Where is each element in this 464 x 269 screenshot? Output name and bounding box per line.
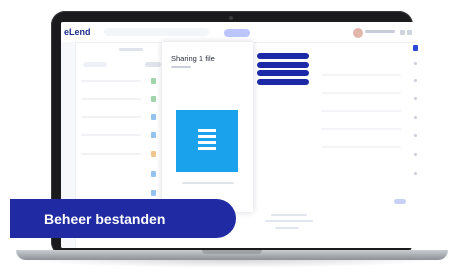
more-icon[interactable] bbox=[407, 30, 412, 35]
file-icon[interactable] bbox=[151, 151, 156, 157]
row-action-icon[interactable] bbox=[414, 116, 417, 119]
banner-title: Beheer bestanden bbox=[44, 211, 166, 227]
row-action-icon[interactable] bbox=[414, 172, 417, 175]
top-action-button[interactable] bbox=[224, 29, 250, 37]
top-bar: eLend bbox=[61, 22, 418, 43]
share-option-button[interactable] bbox=[257, 70, 309, 76]
laptop-mockup: eLend Sharing 1 file Beheer bestanden bbox=[0, 0, 464, 269]
document-line bbox=[198, 141, 216, 144]
filter-chip[interactable] bbox=[145, 62, 161, 67]
app-logo[interactable]: eLend bbox=[64, 27, 91, 37]
list-item bbox=[81, 98, 141, 100]
row-action-icon[interactable] bbox=[414, 97, 417, 100]
list-item bbox=[321, 146, 401, 148]
share-dialog-title: Sharing 1 file bbox=[171, 54, 215, 63]
file-icon[interactable] bbox=[151, 171, 156, 177]
share-dialog: Sharing 1 file bbox=[162, 42, 253, 212]
row-action-icon[interactable] bbox=[414, 62, 417, 65]
user-name bbox=[365, 30, 395, 33]
file-icon[interactable] bbox=[151, 114, 156, 120]
document-line bbox=[198, 147, 216, 150]
list-item bbox=[321, 92, 401, 94]
file-icon[interactable] bbox=[151, 78, 156, 84]
share-option-button[interactable] bbox=[257, 53, 309, 59]
list-item bbox=[321, 74, 401, 76]
document-lines bbox=[198, 129, 216, 153]
file-caption bbox=[182, 182, 234, 184]
list-item bbox=[81, 153, 141, 155]
column-header bbox=[119, 48, 143, 51]
empty-state-text bbox=[265, 220, 313, 222]
search-input[interactable] bbox=[104, 28, 209, 36]
menu-icon[interactable] bbox=[400, 30, 405, 35]
file-icon[interactable] bbox=[151, 132, 156, 138]
empty-state-text bbox=[271, 214, 307, 216]
row-action-icon[interactable] bbox=[414, 153, 417, 156]
share-option-button[interactable] bbox=[257, 61, 309, 68]
share-dialog-subtitle bbox=[171, 66, 191, 68]
laptop-notch bbox=[202, 250, 262, 254]
share-option-button[interactable] bbox=[257, 78, 309, 85]
empty-state-text bbox=[275, 227, 299, 229]
filter-chip[interactable] bbox=[83, 62, 107, 67]
avatar[interactable] bbox=[353, 28, 363, 38]
file-icon[interactable] bbox=[151, 190, 156, 196]
bottom-action-button[interactable] bbox=[394, 199, 406, 204]
feature-banner: Beheer bestanden bbox=[10, 199, 236, 238]
list-item bbox=[81, 116, 141, 118]
camera-icon bbox=[229, 16, 233, 20]
list-item bbox=[321, 110, 401, 112]
side-tab-button[interactable] bbox=[413, 45, 418, 51]
list-item bbox=[321, 128, 401, 130]
document-icon bbox=[176, 110, 238, 172]
document-line bbox=[198, 129, 216, 132]
list-item bbox=[81, 134, 141, 136]
file-icon[interactable] bbox=[151, 96, 156, 102]
row-action-icon[interactable] bbox=[414, 134, 417, 137]
share-options bbox=[257, 53, 309, 87]
row-action-icon[interactable] bbox=[414, 79, 417, 82]
list-item bbox=[81, 80, 141, 82]
document-line bbox=[198, 135, 216, 138]
